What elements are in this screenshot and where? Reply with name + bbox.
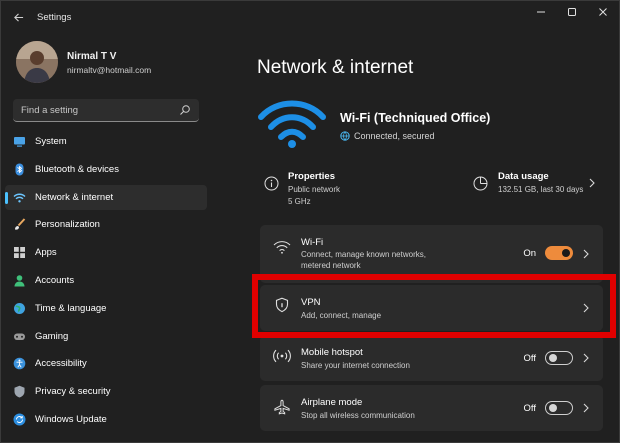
wifi-connection-status: Connected, secured bbox=[354, 131, 435, 141]
sidebar-item-label: Apps bbox=[35, 247, 57, 258]
search-input[interactable]: Find a setting bbox=[13, 99, 199, 122]
wifi-toggle-label: On bbox=[523, 248, 536, 259]
system-icon bbox=[14, 137, 25, 147]
properties-title: Properties bbox=[288, 171, 335, 182]
network-profile-type: Public network bbox=[288, 185, 341, 194]
mobile-hotspot-card[interactable]: Mobile hotspot Share your internet conne… bbox=[260, 335, 603, 381]
maximize-icon bbox=[568, 8, 576, 16]
sidebar-item-personalization[interactable]: Personalization bbox=[5, 212, 207, 237]
chevron-right-icon bbox=[583, 353, 589, 363]
sidebar-item-accessibility[interactable]: Accessibility bbox=[5, 351, 207, 376]
profile-email: nirmaltv@hotmail.com bbox=[67, 65, 152, 75]
brush-icon bbox=[15, 218, 26, 230]
wifi-toggle[interactable] bbox=[545, 246, 573, 260]
hotspot-toggle-label: Off bbox=[523, 353, 537, 364]
sidebar-item-privacy-security[interactable]: Privacy & security bbox=[5, 379, 207, 404]
data-usage-detail: 132.51 GB, last 30 days bbox=[498, 185, 584, 194]
hotspot-toggle[interactable] bbox=[545, 351, 573, 365]
search-icon bbox=[180, 105, 190, 115]
minimize-button[interactable] bbox=[529, 5, 553, 23]
wifi-large-icon bbox=[258, 100, 326, 148]
network-band: 5 GHz bbox=[288, 197, 311, 206]
title-bar: Settings bbox=[1, 1, 619, 33]
card-title: Mobile hotspot bbox=[301, 347, 363, 358]
gamepad-icon bbox=[14, 333, 25, 340]
airplane-toggle-label: Off bbox=[523, 403, 537, 414]
toggle-knob bbox=[549, 404, 557, 412]
wifi-network-name: Wi-Fi (Techniqued Office) bbox=[340, 111, 491, 125]
back-button[interactable] bbox=[9, 9, 27, 27]
globe-icon bbox=[14, 303, 25, 314]
toggle-knob bbox=[549, 354, 557, 362]
settings-window: Settings Nirmal T V nirmaltv@hotmail.com… bbox=[0, 0, 620, 443]
accessibility-icon bbox=[13, 357, 26, 370]
active-indicator bbox=[5, 192, 8, 204]
sidebar-item-system[interactable]: System bbox=[5, 129, 207, 154]
back-arrow-icon bbox=[13, 13, 23, 22]
card-title: Airplane mode bbox=[301, 397, 363, 408]
window-title: Settings bbox=[37, 12, 72, 23]
apps-icon bbox=[14, 247, 25, 258]
hotspot-icon bbox=[273, 349, 291, 363]
sidebar-item-label: Personalization bbox=[35, 219, 100, 230]
sidebar-item-label: Bluetooth & devices bbox=[35, 164, 119, 175]
card-description: metered network bbox=[301, 261, 361, 270]
card-description: Stop all wireless communication bbox=[301, 411, 415, 420]
info-icon bbox=[264, 176, 279, 191]
sidebar-item-label: Privacy & security bbox=[35, 386, 111, 397]
close-icon bbox=[599, 8, 607, 16]
vpn-highlight-box bbox=[252, 274, 616, 338]
airplane-mode-card[interactable]: Airplane mode Stop all wireless communic… bbox=[260, 385, 603, 431]
bluetooth-icon bbox=[15, 163, 24, 176]
sidebar-item-time-language[interactable]: Time & language bbox=[5, 296, 207, 321]
sidebar-item-label: Network & internet bbox=[35, 192, 114, 203]
pie-chart-icon bbox=[473, 176, 488, 191]
sidebar-item-label: Windows Update bbox=[35, 414, 107, 425]
profile-name: Nirmal T V bbox=[67, 51, 117, 62]
sidebar-item-network[interactable]: Network & internet bbox=[5, 185, 207, 210]
airplane-toggle[interactable] bbox=[545, 401, 573, 415]
toggle-knob bbox=[562, 249, 570, 257]
search-placeholder: Find a setting bbox=[21, 105, 79, 116]
minimize-icon bbox=[537, 11, 545, 13]
data-usage-title: Data usage bbox=[498, 171, 549, 182]
sidebar-item-apps[interactable]: Apps bbox=[5, 240, 207, 265]
card-description: Connect, manage known networks, bbox=[301, 250, 426, 259]
globe-icon bbox=[340, 131, 350, 141]
sidebar-item-label: Time & language bbox=[35, 303, 107, 314]
shield-icon bbox=[14, 385, 25, 398]
person-icon bbox=[14, 275, 25, 287]
sidebar-item-bluetooth[interactable]: Bluetooth & devices bbox=[5, 157, 207, 182]
avatar[interactable] bbox=[16, 41, 58, 83]
sidebar-item-accounts[interactable]: Accounts bbox=[5, 268, 207, 293]
sidebar-item-label: System bbox=[35, 136, 67, 147]
sidebar-item-windows-update[interactable]: Windows Update bbox=[5, 407, 207, 432]
network-icon bbox=[13, 193, 26, 203]
card-title: Wi-Fi bbox=[301, 237, 324, 248]
sidebar-item-label: Accounts bbox=[35, 275, 75, 286]
chevron-right-icon bbox=[583, 249, 589, 259]
airplane-icon bbox=[274, 399, 290, 415]
page-title: Network & internet bbox=[257, 57, 414, 78]
close-button[interactable] bbox=[591, 5, 615, 23]
sidebar-item-label: Gaming bbox=[35, 331, 69, 342]
avatar-photo bbox=[16, 41, 58, 83]
sidebar-item-gaming[interactable]: Gaming bbox=[5, 324, 207, 349]
wifi-icon bbox=[273, 241, 291, 254]
maximize-button[interactable] bbox=[560, 5, 584, 23]
update-icon bbox=[13, 413, 26, 426]
card-description: Share your internet connection bbox=[301, 361, 410, 370]
chevron-right-icon bbox=[589, 178, 595, 188]
chevron-right-icon bbox=[583, 403, 589, 413]
sidebar-item-label: Accessibility bbox=[35, 358, 87, 369]
